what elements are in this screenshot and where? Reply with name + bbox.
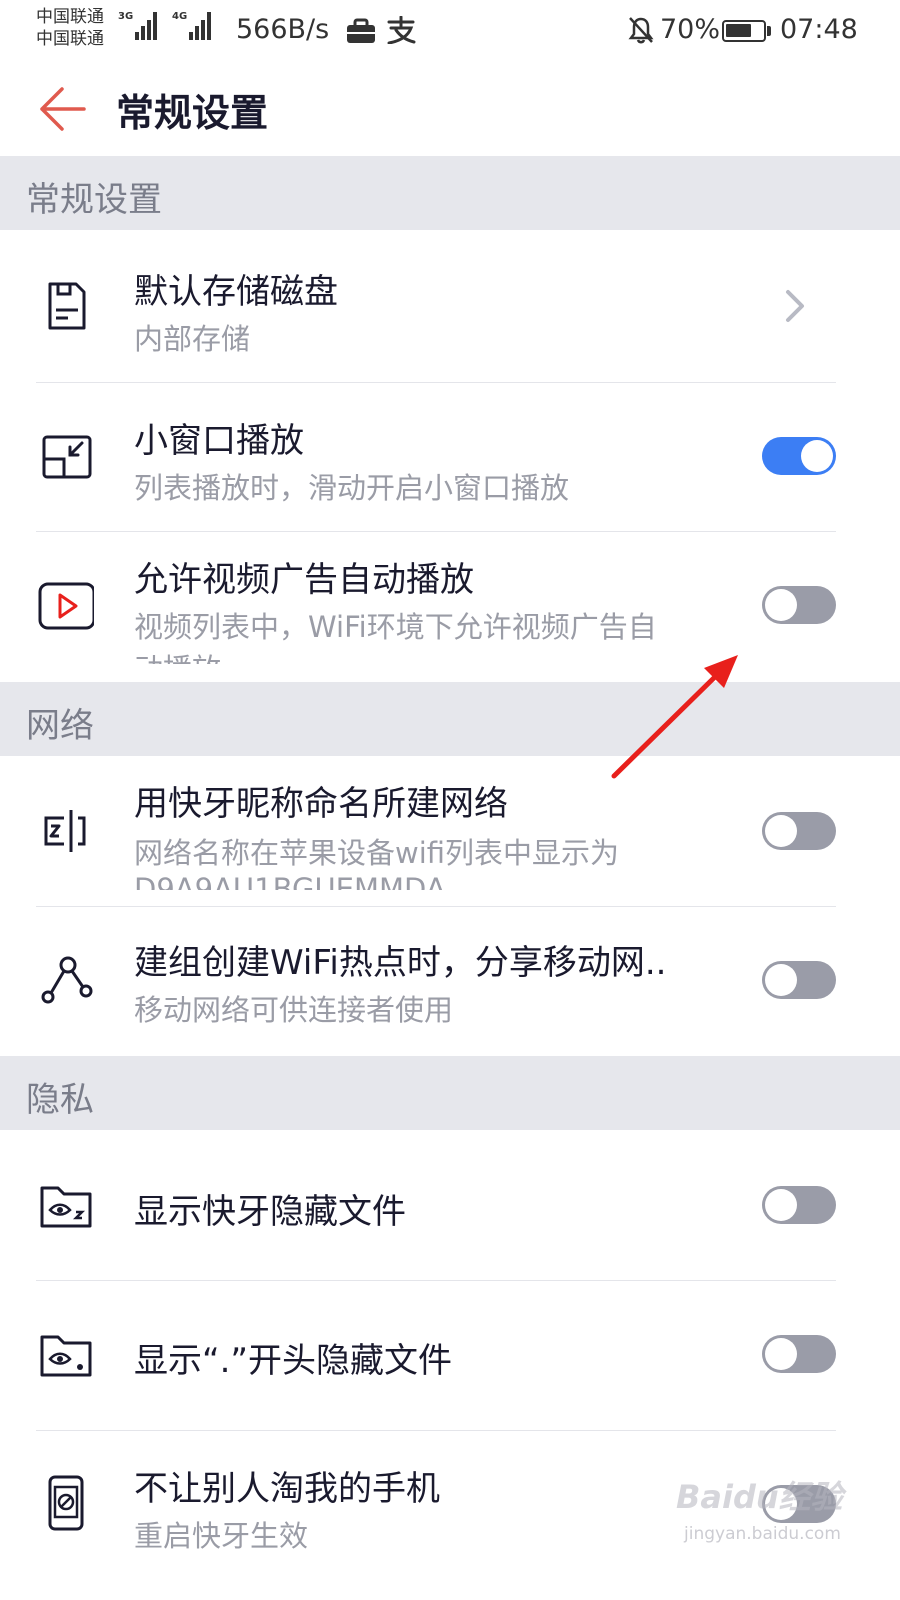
baidu-watermark: Baidu经验 jingyan.baidu.com	[676, 1472, 886, 1562]
alipay-icon	[387, 16, 416, 44]
page-title: 常规设置	[116, 91, 269, 135]
section-header-network: 网络	[0, 682, 900, 756]
row-title: 用快牙昵称命名所建网络	[134, 784, 508, 824]
signal-2-icon: 4G	[172, 12, 213, 40]
battery-tip	[767, 26, 771, 36]
hidden-folder-icon	[40, 1186, 92, 1228]
section-header-privacy: 隐私	[0, 1056, 900, 1130]
toggle-mini-window[interactable]	[762, 437, 836, 475]
toggle-nickname-network[interactable]	[762, 812, 836, 850]
row-subtitle: 列表播放时，滑动开启小窗口播放	[134, 471, 570, 505]
dot-folder-icon	[40, 1335, 92, 1377]
carrier-labels: 中国联通 中国联通	[36, 6, 104, 50]
row-subtitle-continued: 动播放	[134, 646, 221, 664]
row-title: 显示“.”开头隐藏文件	[134, 1341, 453, 1381]
setting-row-mini-window[interactable]: 小窗口播放 列表播放时，滑动开启小窗口播放	[0, 383, 900, 531]
watermark-url: jingyan.baidu.com	[684, 1524, 841, 1544]
net-speed: 566B/s	[236, 14, 330, 45]
mini-window-icon	[42, 435, 92, 479]
section-label: 网络	[26, 706, 94, 746]
row-title: 默认存储磁盘	[134, 272, 338, 312]
setting-row-default-storage[interactable]: 默认存储磁盘 内部存储	[0, 230, 900, 382]
row-title: 建组创建WiFi热点时，分享移动网..	[134, 943, 667, 983]
row-title: 显示快牙隐藏文件	[134, 1192, 406, 1232]
watermark-logo: Baidu经验	[676, 1478, 843, 1516]
setting-row-share-mobile-network[interactable]: 建组创建WiFi热点时，分享移动网.. 移动网络可供连接者使用	[0, 907, 900, 1055]
briefcase-icon	[347, 18, 375, 43]
phone-block-icon	[48, 1475, 84, 1531]
row-title: 小窗口播放	[134, 421, 304, 461]
row-subtitle: 移动网络可供连接者使用	[134, 993, 454, 1027]
toggle-show-kuaiya-hidden[interactable]	[762, 1186, 836, 1224]
sd-card-icon	[48, 282, 86, 330]
setting-row-show-dot-hidden[interactable]: 显示“.”开头隐藏文件	[0, 1281, 900, 1429]
battery-icon	[722, 20, 766, 42]
row-subtitle: 重启快牙生效	[134, 1519, 309, 1553]
share-network-icon	[41, 956, 93, 1004]
carrier-1: 中国联通	[36, 7, 104, 27]
row-subtitle-continued: D9A9AU1BGUEMMDA	[134, 872, 446, 890]
section-header-general: 常规设置	[0, 156, 900, 230]
clock: 07:48	[780, 14, 858, 45]
rename-icon	[44, 810, 86, 852]
chevron-right-icon	[786, 290, 804, 322]
setting-row-show-kuaiya-hidden[interactable]: 显示快牙隐藏文件	[0, 1130, 900, 1280]
battery-percent: 70%	[660, 14, 721, 45]
section-label: 隐私	[26, 1080, 94, 1120]
toggle-share-mobile-network[interactable]	[762, 961, 836, 999]
row-subtitle: 内部存储	[134, 322, 251, 356]
row-title: 不让别人淘我的手机	[134, 1469, 440, 1509]
row-subtitle: 网络名称在苹果设备wifi列表中显示为	[134, 836, 620, 870]
carrier-2: 中国联通	[36, 29, 104, 49]
row-subtitle: 视频列表中，WiFi环境下允许视频广告自	[134, 610, 657, 644]
arrow-left-icon[interactable]	[38, 86, 88, 132]
bell-off-icon	[628, 17, 654, 44]
app-header: 常规设置	[0, 62, 900, 156]
status-bar: 中国联通 中国联通 3G 4G 566B/s 70% 07:48	[0, 0, 900, 62]
row-title: 允许视频广告自动播放	[134, 560, 474, 600]
toggle-video-ad-autoplay[interactable]	[762, 586, 836, 624]
setting-row-nickname-network[interactable]: 用快牙昵称命名所建网络 网络名称在苹果设备wifi列表中显示为 D9A9AU1B…	[0, 756, 900, 890]
play-video-icon	[38, 582, 94, 630]
toggle-show-dot-hidden[interactable]	[762, 1335, 836, 1373]
signal-1-icon: 3G	[118, 12, 159, 40]
section-label: 常规设置	[26, 180, 162, 220]
setting-row-video-ad-autoplay[interactable]: 允许视频广告自动播放 视频列表中，WiFi环境下允许视频广告自 动播放	[0, 532, 900, 664]
